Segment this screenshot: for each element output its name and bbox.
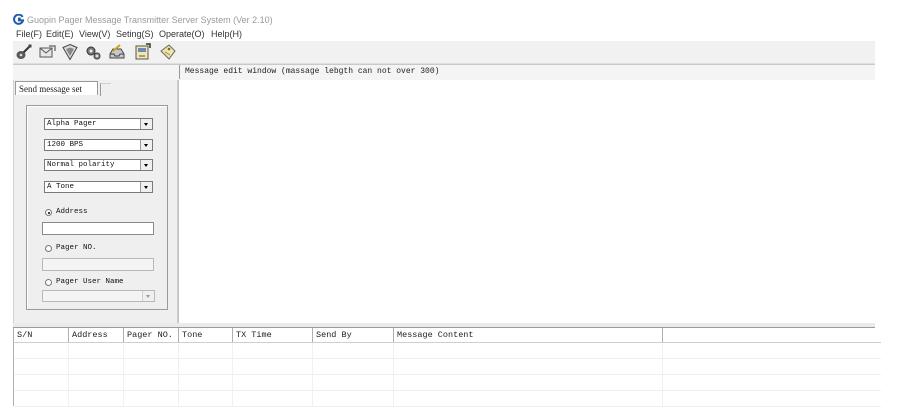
radio-address-label: Address <box>56 208 88 216</box>
shield-icon[interactable] <box>61 43 79 61</box>
chevron-down-icon[interactable] <box>140 119 152 129</box>
menu-edit[interactable]: Edit(E) <box>46 29 74 39</box>
chevron-down-icon[interactable] <box>140 140 152 150</box>
gears-icon[interactable] <box>84 43 102 61</box>
radio-pager-no-label: Pager NO. <box>56 244 97 252</box>
column-header-address[interactable]: Address <box>69 328 124 342</box>
inbox-icon[interactable] <box>108 43 126 61</box>
column-header-pager-no[interactable]: Pager NO. <box>124 328 179 342</box>
column-header-tone[interactable]: Tone <box>179 328 233 342</box>
polarity-value: Normal polarity <box>47 161 115 169</box>
message-log-table: S/N Address Pager NO. Tone TX Time Send … <box>13 328 881 407</box>
header-left-box <box>13 65 180 79</box>
send-settings-panel: Send message set Alpha Pager 1200 BPS No… <box>13 80 179 323</box>
table-row[interactable] <box>14 375 881 391</box>
menu-help[interactable]: Help(H) <box>211 29 242 39</box>
tag-icon[interactable] <box>159 43 177 61</box>
column-header-sn[interactable]: S/N <box>14 328 69 342</box>
pager-type-select[interactable]: Alpha Pager <box>44 118 153 130</box>
radio-pager-user-name[interactable] <box>45 279 52 286</box>
column-header-message-content[interactable]: Message Content <box>394 328 663 342</box>
menu-seting[interactable]: Seting(S) <box>116 29 154 39</box>
send-message-icon[interactable] <box>38 43 56 61</box>
radio-pager-no[interactable] <box>45 245 52 252</box>
chevron-down-icon[interactable] <box>142 291 154 301</box>
table-header: S/N Address Pager NO. Tone TX Time Send … <box>14 328 881 343</box>
radio-pager-user-name-label: Pager User Name <box>56 278 124 286</box>
menu-file[interactable]: File(F) <box>16 29 42 39</box>
message-edit-title: Message edit window (massage lebgth can … <box>185 67 440 76</box>
export-icon[interactable] <box>133 43 151 61</box>
window-title: Guopin Pager Message Transmitter Server … <box>27 15 273 25</box>
table-row[interactable] <box>14 391 881 407</box>
tone-select[interactable]: A Tone <box>44 181 153 193</box>
baud-rate-value: 1200 BPS <box>47 141 84 149</box>
column-header-send-by[interactable]: Send By <box>313 328 394 342</box>
pager-user-name-select[interactable] <box>42 290 155 302</box>
tab-stub <box>100 83 111 96</box>
table-row[interactable] <box>14 359 881 375</box>
title-bar: Guopin Pager Message Transmitter Server … <box>0 12 897 28</box>
guitar-icon[interactable] <box>15 43 33 61</box>
menu-operate[interactable]: Operate(O) <box>159 29 205 39</box>
polarity-select[interactable]: Normal polarity <box>44 159 153 171</box>
baud-rate-select[interactable]: 1200 BPS <box>44 139 153 151</box>
column-header-tx-time[interactable]: TX Time <box>233 328 313 342</box>
tone-value: A Tone <box>47 183 75 191</box>
table-row[interactable] <box>14 343 881 359</box>
address-input[interactable] <box>42 222 154 235</box>
toolbar <box>13 41 875 64</box>
message-edit-header: Message edit window (massage lebgth can … <box>13 64 875 81</box>
tab-send-message-set[interactable]: Send message set <box>15 81 98 95</box>
chevron-down-icon[interactable] <box>140 160 152 170</box>
chevron-down-icon[interactable] <box>140 182 152 192</box>
pager-type-value: Alpha Pager <box>47 120 97 128</box>
message-edit-area[interactable] <box>178 80 876 323</box>
radio-address[interactable] <box>45 209 52 216</box>
menu-view[interactable]: View(V) <box>79 29 110 39</box>
app-logo-icon <box>13 13 25 25</box>
pager-no-input[interactable] <box>42 258 154 271</box>
menu-bar: File(F) Edit(E) View(V) Seting(S) Operat… <box>0 28 897 41</box>
